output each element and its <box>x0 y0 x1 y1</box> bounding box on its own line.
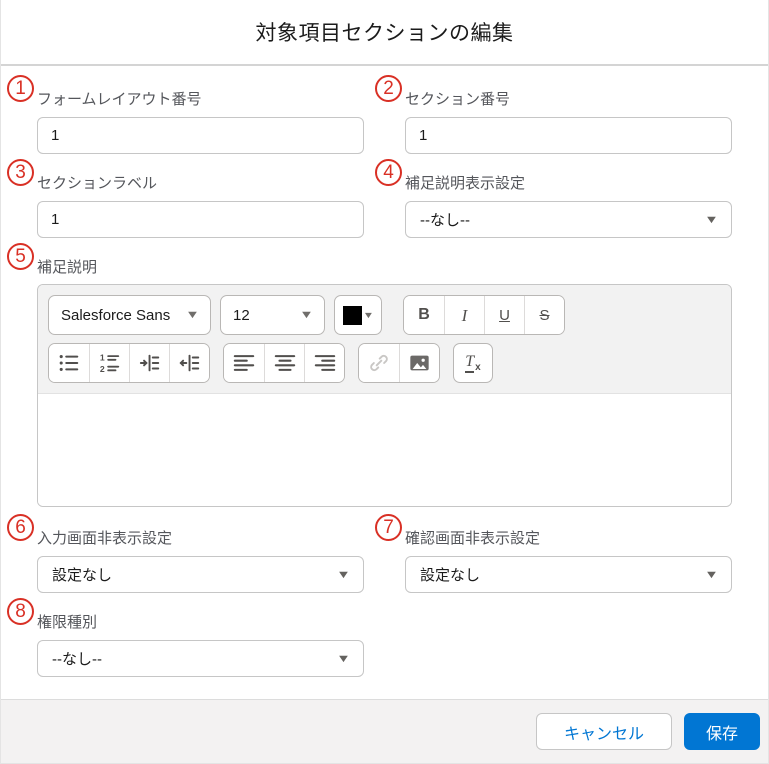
edit-section-dialog: 対象項目セクションの編集 1 フォームレイアウト番号 2 セクション番号 3 セ… <box>0 0 769 764</box>
field-confirm-screen-hide-setting: 7 確認画面非表示設定 設定なし ▼ <box>375 514 732 593</box>
align-right-button[interactable] <box>304 344 344 382</box>
text-style-group: B I U S <box>403 295 565 335</box>
annotation-badge-2: 2 <box>375 75 402 102</box>
insert-link-button[interactable] <box>359 344 399 382</box>
dialog-footer: キャンセル 保存 <box>1 699 768 763</box>
field-supplement-description: 5 補足説明 Salesforce Sans ▼ 12 ▼ ▼ B I U S … <box>7 243 732 507</box>
field-section-label: 3 セクションラベル <box>7 159 364 238</box>
form-layout-number-label: フォームレイアウト番号 <box>37 91 202 108</box>
permission-type-select[interactable]: --なし-- ▼ <box>37 640 364 677</box>
font-size-value: 12 <box>233 306 250 324</box>
save-button[interactable]: 保存 <box>683 713 760 750</box>
annotation-badge-1: 1 <box>7 75 34 102</box>
clear-format-button[interactable]: Tx <box>453 343 493 383</box>
input-screen-hide-setting-value: 設定なし <box>52 567 113 584</box>
rte-toolbar: Salesforce Sans ▼ 12 ▼ ▼ B I U S 1 2 T x <box>38 285 731 394</box>
font-family-select[interactable]: Salesforce Sans ▼ <box>48 295 211 335</box>
italic-icon: I <box>461 305 468 325</box>
section-label-input[interactable] <box>37 201 364 238</box>
confirm-screen-hide-setting-label: 確認画面非表示設定 <box>405 530 541 547</box>
section-label-label: セクションラベル <box>37 175 158 192</box>
italic-button[interactable]: I <box>444 296 484 334</box>
chevron-down-icon: ▼ <box>704 568 719 581</box>
annotation-badge-3: 3 <box>7 159 34 186</box>
rich-text-editor: Salesforce Sans ▼ 12 ▼ ▼ B I U S 1 2 T x <box>37 284 732 507</box>
confirm-screen-hide-setting-select[interactable]: 設定なし ▼ <box>405 556 732 593</box>
section-number-input[interactable] <box>405 117 732 154</box>
chevron-down-icon: ▼ <box>336 652 351 665</box>
align-center-icon <box>274 355 295 371</box>
indent-icon <box>139 354 159 372</box>
chevron-down-icon: ▼ <box>185 309 200 321</box>
numbered-list-button[interactable]: 1 2 <box>89 344 129 382</box>
annotation-badge-6: 6 <box>7 514 34 541</box>
font-family-value: Salesforce Sans <box>61 306 171 324</box>
link-icon <box>370 354 388 372</box>
annotation-badge-7: 7 <box>375 514 402 541</box>
outdent-icon <box>178 354 199 372</box>
clear-format-icon: Tx <box>465 352 481 373</box>
field-form-layout-number: 1 フォームレイアウト番号 <box>7 75 364 154</box>
cancel-button[interactable]: キャンセル <box>535 713 672 750</box>
align-group <box>223 343 345 383</box>
bullet-list-button[interactable] <box>49 344 89 382</box>
align-left-button[interactable] <box>224 344 264 382</box>
svg-text:2: 2 <box>99 364 104 374</box>
supplement-display-setting-label: 補足説明表示設定 <box>405 175 526 192</box>
text-color-picker[interactable]: ▼ <box>334 295 382 335</box>
numbered-list-icon: 1 2 <box>99 352 119 374</box>
svg-text:1: 1 <box>99 352 104 362</box>
bold-icon: B <box>418 306 430 323</box>
underline-icon: U <box>499 306 510 324</box>
link-image-group <box>358 343 440 383</box>
strikethrough-icon: S <box>539 306 550 324</box>
field-input-screen-hide-setting: 6 入力画面非表示設定 設定なし ▼ <box>7 514 364 593</box>
align-center-button[interactable] <box>264 344 304 382</box>
permission-type-label: 権限種別 <box>37 614 98 631</box>
field-supplement-display-setting: 4 補足説明表示設定 --なし-- ▼ <box>375 159 732 238</box>
chevron-down-icon: ▼ <box>336 568 351 581</box>
list-indent-group: 1 2 <box>48 343 210 383</box>
image-icon <box>410 355 429 371</box>
indent-button[interactable] <box>129 344 169 382</box>
input-screen-hide-setting-select[interactable]: 設定なし ▼ <box>37 556 364 593</box>
input-screen-hide-setting-label: 入力画面非表示設定 <box>37 530 173 547</box>
annotation-badge-5: 5 <box>7 243 34 270</box>
insert-image-button[interactable] <box>399 344 439 382</box>
rte-content-area[interactable] <box>38 394 731 506</box>
color-swatch <box>343 305 363 325</box>
dialog-body: 1 フォームレイアウト番号 2 セクション番号 3 セクションラベル 4 補足説… <box>1 66 768 697</box>
align-left-icon <box>233 355 255 371</box>
permission-type-value: --なし-- <box>52 651 102 668</box>
supplement-display-setting-select[interactable]: --なし-- ▼ <box>405 201 732 238</box>
align-right-icon <box>314 355 335 371</box>
section-number-label: セクション番号 <box>405 91 511 108</box>
annotation-badge-8: 8 <box>7 598 34 625</box>
font-size-select[interactable]: 12 ▼ <box>220 295 325 335</box>
underline-button[interactable]: U <box>484 296 524 334</box>
supplement-display-setting-value: --なし-- <box>420 212 470 229</box>
form-layout-number-input[interactable] <box>37 117 364 154</box>
field-permission-type: 8 権限種別 --なし-- ▼ <box>7 598 364 677</box>
confirm-screen-hide-setting-value: 設定なし <box>420 567 481 584</box>
supplement-description-label: 補足説明 <box>37 259 98 276</box>
dialog-title: 対象項目セクションの編集 <box>255 22 514 45</box>
outdent-button[interactable] <box>169 344 209 382</box>
chevron-down-icon: ▼ <box>299 309 314 321</box>
dialog-header: 対象項目セクションの編集 <box>1 0 768 66</box>
bold-button[interactable]: B <box>404 296 444 334</box>
chevron-down-icon: ▼ <box>704 213 719 226</box>
chevron-down-icon: ▼ <box>362 310 375 320</box>
strikethrough-button[interactable]: S <box>524 296 564 334</box>
annotation-badge-4: 4 <box>375 159 402 186</box>
field-section-number: 2 セクション番号 <box>375 75 732 154</box>
bullet-list-icon <box>59 355 79 371</box>
